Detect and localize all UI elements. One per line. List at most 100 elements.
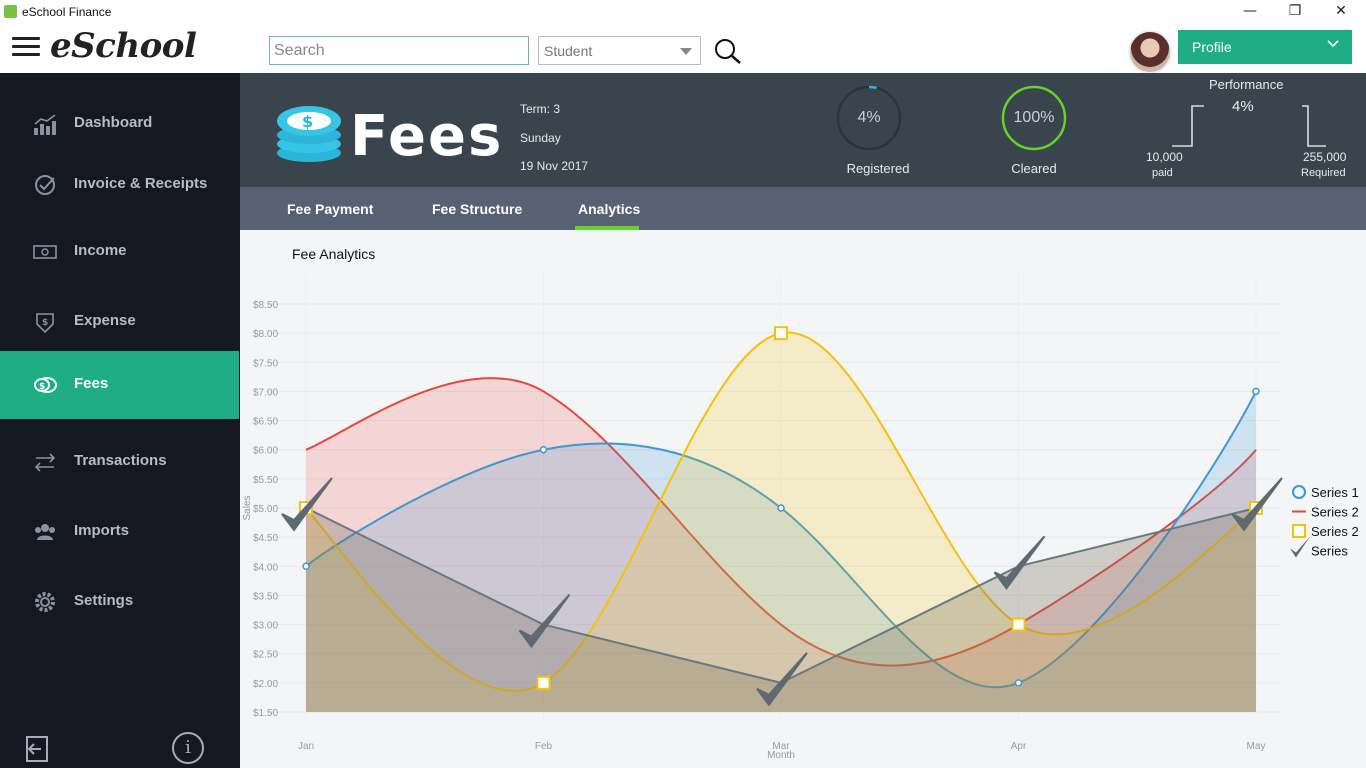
check-circle-icon: [35, 175, 55, 195]
page-title: Fees: [350, 104, 504, 169]
sidebar-item-label: Settings: [74, 592, 134, 609]
cleared-label: Cleared: [1011, 161, 1057, 176]
required-label: Required: [1301, 167, 1346, 179]
sidebar-item-invoice-receipts[interactable]: Invoice & Receipts: [0, 151, 239, 219]
logout-icon: [26, 736, 48, 762]
sidebar-item-income[interactable]: Income: [0, 218, 239, 286]
svg-text:$: $: [42, 318, 48, 328]
logout-button[interactable]: [25, 735, 51, 763]
y-tick-label: $4.50: [253, 533, 278, 544]
window-titlebar: eSchool Finance — ❐ ✕: [0, 0, 1366, 24]
legend-label: Series 1: [1311, 485, 1359, 500]
y-tick-label: $2.50: [253, 650, 278, 661]
performance-graph: [1172, 105, 1326, 147]
paid-amount: 10,000: [1146, 150, 1183, 164]
paid-label: paid: [1152, 167, 1173, 179]
y-tick-label: $5.50: [253, 475, 278, 486]
x-tick-label: May: [1247, 741, 1266, 752]
profile-button-label: Profile: [1192, 39, 1232, 55]
y-tick-label: $4.00: [253, 562, 278, 573]
caret-down-icon: [680, 48, 692, 55]
y-tick-label: $8.00: [253, 329, 278, 340]
data-point: [302, 562, 310, 571]
sidebar-item-label: Transactions: [74, 452, 167, 469]
y-tick-label: $6.00: [253, 446, 278, 457]
sidebar: Dashboard Invoice & Receipts Income $ Ex…: [0, 73, 240, 768]
tab-fee-payment[interactable]: Fee Payment: [287, 201, 373, 217]
tab-bar: [240, 187, 1366, 230]
data-point: [777, 504, 785, 512]
sidebar-item-settings[interactable]: Settings: [0, 568, 239, 636]
transfer-icon: [34, 453, 56, 472]
sidebar-item-label: Dashboard: [74, 114, 153, 131]
minimize-button[interactable]: —: [1240, 2, 1260, 20]
data-point: [539, 445, 548, 454]
app-icon: [4, 5, 17, 18]
maximize-button[interactable]: ❐: [1285, 2, 1305, 20]
gear-icon: [35, 592, 55, 612]
legend-marker: [1292, 524, 1306, 538]
search-input[interactable]: [269, 36, 529, 65]
sidebar-item-label: Income: [74, 242, 127, 259]
x-tick-label: Feb: [535, 741, 553, 752]
registered-label: Registered: [846, 161, 910, 176]
data-point: [774, 326, 788, 341]
search-button[interactable]: [713, 37, 743, 65]
performance-title: Performance: [1209, 77, 1284, 92]
cleared-value: 100%: [1013, 109, 1055, 126]
y-tick-label: $3.00: [253, 621, 278, 632]
sidebar-item-imports[interactable]: Imports: [0, 498, 239, 566]
sidebar-item-expense[interactable]: $ Expense: [0, 288, 239, 356]
info-icon: i: [185, 737, 191, 758]
sidebar-item-label: Invoice & Receipts: [74, 175, 208, 192]
date-label: 19 Nov 2017: [520, 159, 589, 173]
registered-value: 4%: [857, 109, 881, 126]
users-icon: [35, 524, 55, 540]
x-tick-label: Apr: [1011, 741, 1027, 752]
required-amount: 255,000: [1303, 150, 1347, 164]
y-tick-label: $5.00: [253, 504, 278, 515]
search-icon: [715, 39, 741, 64]
legend-marker: [1290, 536, 1310, 558]
y-axis-label: Sales: [242, 495, 253, 520]
y-tick-label: $1.50: [253, 708, 278, 719]
y-tick-label: $7.00: [253, 387, 278, 398]
sidebar-item-transactions[interactable]: Transactions: [0, 428, 239, 496]
money-icon: [33, 245, 57, 259]
window-title: eSchool Finance: [22, 5, 112, 19]
sidebar-item-dashboard[interactable]: Dashboard: [0, 90, 239, 158]
sidebar-item-label: Expense: [74, 312, 136, 329]
y-tick-label: $2.00: [253, 679, 278, 690]
tab-analytics[interactable]: Analytics: [578, 201, 640, 217]
y-tick-label: $8.50: [253, 300, 278, 311]
svg-text:$: $: [302, 112, 313, 131]
data-point: [1014, 679, 1023, 687]
avatar[interactable]: [1128, 30, 1172, 74]
data-point: [1252, 387, 1260, 396]
profile-button[interactable]: Profile: [1178, 30, 1352, 64]
day-label: Sunday: [520, 131, 561, 145]
legend-label: Series 2: [1311, 524, 1359, 539]
x-axis-label: Month: [767, 750, 795, 761]
y-tick-label: $7.50: [253, 358, 278, 369]
filter-select[interactable]: Student: [538, 36, 701, 65]
coins-stack-icon: $: [277, 106, 341, 162]
tab-fee-structure[interactable]: Fee Structure: [432, 201, 522, 217]
filter-select-value: Student: [544, 43, 593, 59]
coins-icon: $: [34, 377, 57, 393]
menu-icon[interactable]: [12, 37, 40, 57]
sidebar-item-fees[interactable]: $ Fees: [0, 351, 239, 419]
expense-icon: $: [36, 313, 54, 334]
y-tick-label: $3.50: [253, 591, 278, 602]
chevron-down-icon: [1326, 37, 1340, 54]
data-point: [536, 675, 551, 690]
y-tick-label: $6.50: [253, 417, 278, 428]
fee-analytics-chart: $1.50 $2.00 $2.50 $3.00 $3.50 $4.00 $4.50 $5.00…: [242, 274, 1359, 761]
sidebar-item-label: Fees: [74, 375, 109, 392]
info-button[interactable]: i: [172, 732, 204, 764]
svg-text:$: $: [39, 382, 45, 392]
close-button[interactable]: ✕: [1331, 2, 1351, 20]
legend-label: Series: [1311, 544, 1348, 559]
app-logo: eSchool: [50, 26, 197, 66]
legend-label: Series 2: [1311, 505, 1359, 520]
